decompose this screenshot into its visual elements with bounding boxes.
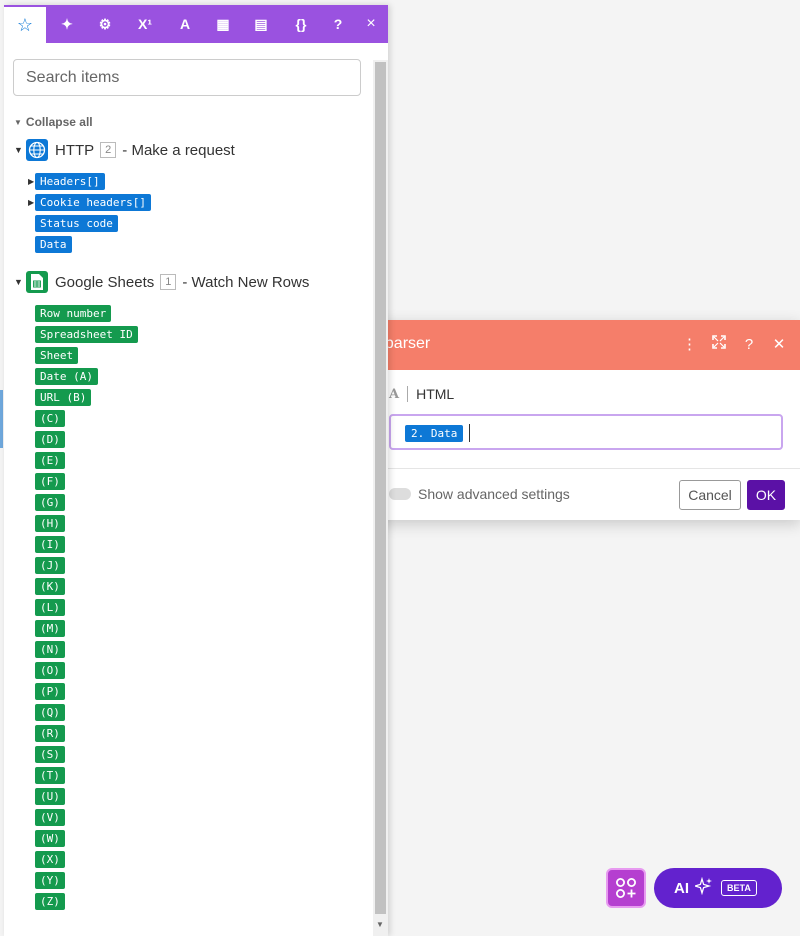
module-name: Google Sheets	[55, 273, 155, 291]
scrollbar-thumb[interactable]	[375, 62, 386, 914]
tab-superscript-icon[interactable]: X¹	[126, 5, 164, 43]
scroll-down-icon[interactable]: ▼	[376, 920, 384, 929]
mapping-panel: ☆ ✦ ⚙ X¹ A ▦ ▤ {}?× ▼ Collapse all ▼ HTTP 2 - Make…	[4, 5, 388, 936]
expand-caret-icon[interactable]: ▶	[28, 198, 34, 207]
module-name: HTTP	[55, 141, 95, 159]
ai-assistant-button[interactable]: AI BETA	[654, 868, 782, 908]
collapse-all-button[interactable]: ▼ Collapse all	[14, 115, 93, 129]
tab-text-icon[interactable]: A	[166, 5, 204, 43]
table-icon: ▤	[254, 15, 268, 32]
advanced-settings-label: Show advanced settings	[418, 486, 570, 502]
mapping-item-pill[interactable]: (P)	[35, 683, 65, 700]
mapping-item-pill[interactable]: Cookie headers[]	[35, 194, 151, 211]
tab-calendar-icon[interactable]: ▦	[204, 5, 242, 43]
mapping-item-pill[interactable]: (S)	[35, 746, 65, 763]
html-field-label: A HTML	[389, 386, 454, 402]
mapping-item-pill[interactable]: (Z)	[35, 893, 65, 910]
expand-icon[interactable]	[712, 334, 726, 356]
collapse-all-label: Collapse all	[25, 115, 93, 129]
html-input[interactable]: 2. Data	[389, 414, 783, 450]
dialog-footer: Show advanced settings Cancel OK	[372, 468, 800, 521]
tab-sparkle-icon[interactable]: ✦	[48, 5, 86, 43]
more-options-icon[interactable]: ⋮	[682, 334, 697, 356]
search-input[interactable]	[13, 59, 361, 96]
expand-caret-icon[interactable]: ▶	[28, 177, 34, 186]
mapping-item-pill[interactable]: (V)	[35, 809, 65, 826]
module-header[interactable]: ▼ Google Sheets 1 - Watch New Rows	[14, 271, 309, 293]
mapping-item-pill[interactable]: Data	[35, 236, 72, 253]
separator	[407, 386, 409, 402]
mapping-item-pill[interactable]: (J)	[35, 557, 65, 574]
mapping-item-pill[interactable]: (N)	[35, 641, 65, 658]
mapping-item-pill[interactable]: (W)	[35, 830, 65, 847]
star-icon: ☆	[16, 14, 34, 35]
mapping-item-pill[interactable]: (I)	[35, 536, 65, 553]
mapping-item-pill[interactable]: (Q)	[35, 704, 65, 721]
text-parser-dialog: t parser ⋮ ? ✕ A HTML 2. Data Show advan…	[372, 320, 800, 520]
tab-gear-icon[interactable]: ⚙	[86, 5, 124, 43]
collapse-caret-icon: ▼	[14, 117, 22, 127]
close-panel-button[interactable]: ×	[358, 5, 384, 43]
module-action: - Make a request	[122, 141, 235, 159]
mapping-item-pill[interactable]: (R)	[35, 725, 65, 742]
mapping-item-pill[interactable]: (M)	[35, 620, 65, 637]
collapse-caret-icon[interactable]: ▼	[14, 145, 26, 155]
braces-icon: {}	[295, 16, 307, 32]
ok-button[interactable]: OK	[747, 480, 785, 510]
collapse-caret-icon[interactable]: ▼	[14, 277, 26, 287]
mapped-value-pill[interactable]: 2. Data	[405, 425, 464, 442]
text-icon: A	[179, 16, 191, 32]
tab-braces-icon[interactable]: {}	[282, 5, 320, 43]
mapping-item-pill[interactable]: (H)	[35, 515, 65, 532]
mapping-item-pill[interactable]: (E)	[35, 452, 65, 469]
apps-plus-icon	[616, 878, 636, 898]
globe-icon	[26, 139, 48, 161]
tab-star-icon[interactable]: ☆	[4, 5, 46, 43]
mapping-item-pill[interactable]: (C)	[35, 410, 65, 427]
module-number-badge: 2	[100, 142, 117, 158]
text-caret	[469, 424, 470, 442]
help-button[interactable]: ?	[326, 5, 350, 43]
mapping-item-pill[interactable]: (U)	[35, 788, 65, 805]
sparkle-icon	[692, 876, 713, 900]
google-sheets-icon	[26, 271, 48, 293]
beta-badge: BETA	[721, 880, 757, 896]
superscript-icon: X¹	[138, 16, 152, 32]
mapping-item-pill[interactable]: Headers[]	[35, 173, 105, 190]
mapping-item-pill[interactable]: (L)	[35, 599, 65, 616]
mapping-item-pill[interactable]: Status code	[35, 215, 118, 232]
field-label-text: HTML	[416, 386, 455, 402]
calendar-icon: ▦	[216, 15, 230, 32]
sparkle-icon: ✦	[61, 15, 73, 32]
canvas-edge-indicator	[0, 390, 3, 448]
mapping-item-pill[interactable]: Row number	[35, 305, 112, 322]
mapping-item-pill[interactable]: (K)	[35, 578, 65, 595]
add-apps-button[interactable]	[606, 868, 646, 908]
dialog-header: t parser ⋮ ? ✕	[372, 320, 800, 370]
mapping-item-pill[interactable]: (X)	[35, 851, 65, 868]
module-header[interactable]: ▼ HTTP 2 - Make a request	[14, 139, 235, 161]
mapping-item-pill[interactable]: Date (A)	[35, 368, 98, 385]
tab-table-icon[interactable]: ▤	[242, 5, 280, 43]
mapping-item-pill[interactable]: (T)	[35, 767, 65, 784]
advanced-settings-toggle[interactable]	[389, 488, 411, 500]
mapping-item-pill[interactable]: (O)	[35, 662, 65, 679]
module-number-badge: 1	[160, 274, 177, 290]
ai-label: AI	[674, 879, 689, 897]
gear-icon: ⚙	[98, 15, 112, 32]
mapping-item-pill[interactable]: Spreadsheet ID	[35, 326, 138, 343]
function-tabbar: ☆ ✦ ⚙ X¹ A ▦ ▤ {}? ×	[4, 5, 388, 43]
scrollbar[interactable]: ▼	[373, 60, 388, 936]
mapping-item-pill[interactable]: (G)	[35, 494, 65, 511]
module-action: - Watch New Rows	[182, 273, 310, 291]
help-icon[interactable]: ?	[742, 334, 756, 356]
close-icon[interactable]: ✕	[772, 334, 786, 356]
mapping-item-pill[interactable]: Sheet	[35, 347, 79, 364]
cancel-button[interactable]: Cancel	[679, 480, 741, 510]
mapping-item-pill[interactable]: (F)	[35, 473, 65, 490]
mapping-item-pill[interactable]: URL (B)	[35, 389, 92, 406]
mapping-item-pill[interactable]: (D)	[35, 431, 65, 448]
mapping-item-pill[interactable]: (Y)	[35, 872, 65, 889]
text-type-icon: A	[389, 386, 400, 402]
